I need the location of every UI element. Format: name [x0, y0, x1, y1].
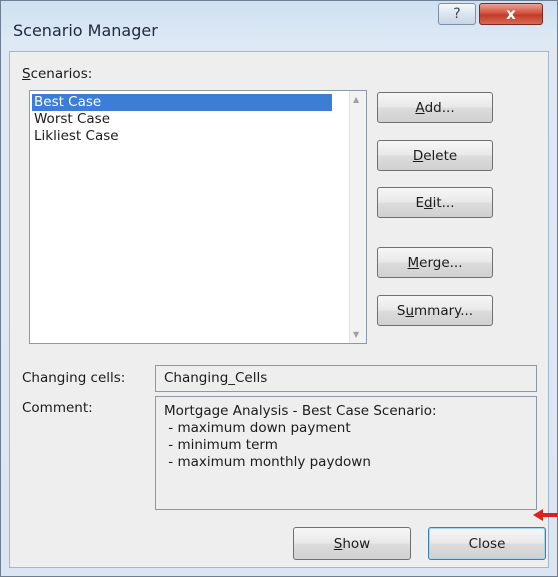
comment-label: Comment: — [22, 400, 93, 416]
changing-cells-value: Changing_Cells — [164, 370, 268, 386]
delete-button[interactable]: Delete — [377, 140, 493, 171]
close-icon: x — [506, 5, 516, 23]
comment-line-1: Mortgage Analysis - Best Case Scenario: — [164, 403, 437, 419]
red-arrow-icon — [533, 509, 558, 521]
show-button[interactable]: Show — [293, 527, 411, 560]
close-window-button[interactable]: x — [479, 3, 543, 25]
comment-line-3: - minimum term — [164, 437, 278, 453]
scroll-down-arrow-icon[interactable]: ▼ — [353, 330, 359, 339]
list-item-worst-case[interactable]: Worst Case — [32, 111, 332, 128]
list-item-likliest-case[interactable]: Likliest Case — [32, 128, 332, 145]
scenarios-label: Scenarios: — [22, 66, 93, 82]
changing-cells-label: Changing cells: — [22, 370, 126, 386]
list-scrollbar[interactable]: ▲ ▼ — [349, 91, 366, 343]
dialog-title: Scenario Manager — [13, 21, 158, 40]
comment-field: Mortgage Analysis - Best Case Scenario: … — [155, 396, 537, 510]
comment-line-2: - maximum down payment — [164, 420, 351, 436]
close-button[interactable]: Close — [428, 527, 546, 560]
summary-button[interactable]: Su mmary... — [377, 295, 493, 326]
scenarios-listbox[interactable]: Best Case Worst Case Likliest Case ▲ ▼ — [29, 90, 367, 344]
help-icon: ? — [453, 6, 461, 22]
edit-button[interactable]: Ed it... — [377, 187, 493, 218]
dialog-client-area: Scenarios: Best Case Worst Case Likliest… — [9, 51, 549, 568]
changing-cells-field: Changing_Cells — [155, 365, 537, 392]
comment-line-4: - maximum monthly paydown — [164, 454, 371, 470]
scenario-manager-dialog: Scenario Manager ? x Scenarios: Best Cas… — [0, 0, 558, 577]
help-button[interactable]: ? — [438, 3, 476, 25]
scroll-up-arrow-icon[interactable]: ▲ — [353, 95, 359, 104]
merge-button[interactable]: Merge... — [377, 247, 493, 278]
add-button[interactable]: Add... — [377, 92, 493, 123]
list-item-best-case[interactable]: Best Case — [32, 94, 332, 111]
